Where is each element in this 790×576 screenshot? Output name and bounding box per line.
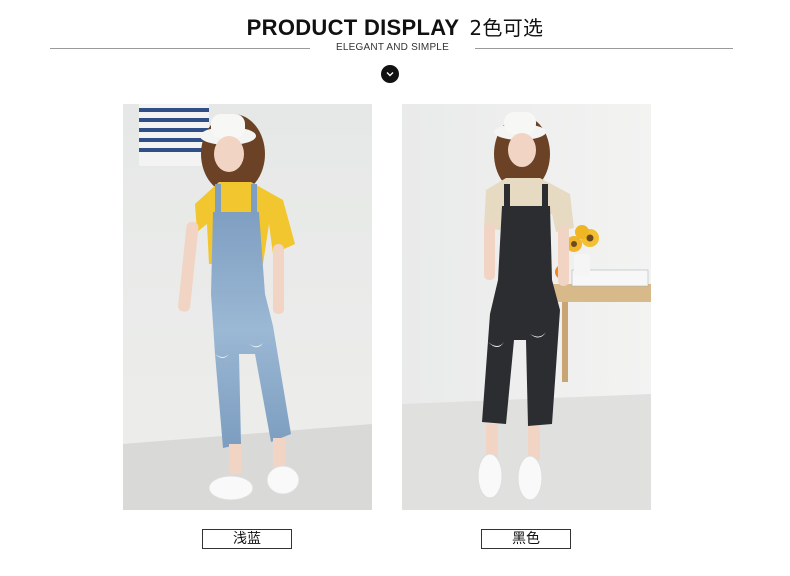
color-option-light-blue-label[interactable]: 浅蓝 <box>202 529 292 549</box>
divider-right <box>475 48 733 49</box>
scroll-down-button[interactable] <box>381 65 399 83</box>
section-header: PRODUCT DISPLAY 2色可选 ELEGANT AND SIMPLE <box>0 0 790 90</box>
section-title: PRODUCT DISPLAY 2色可选 <box>0 12 790 41</box>
model-image <box>123 104 372 510</box>
model-image <box>402 104 651 510</box>
color-option-black-label[interactable]: 黑色 <box>481 529 571 549</box>
product-photo-black[interactable] <box>402 104 651 510</box>
section-subtitle: ELEGANT AND SIMPLE <box>336 42 449 53</box>
chevron-down-icon <box>386 72 394 77</box>
title-cn: 2色可选 <box>469 16 544 40</box>
title-en: PRODUCT DISPLAY <box>246 15 460 40</box>
divider-left <box>50 48 310 49</box>
product-photo-light-blue[interactable] <box>123 104 372 510</box>
